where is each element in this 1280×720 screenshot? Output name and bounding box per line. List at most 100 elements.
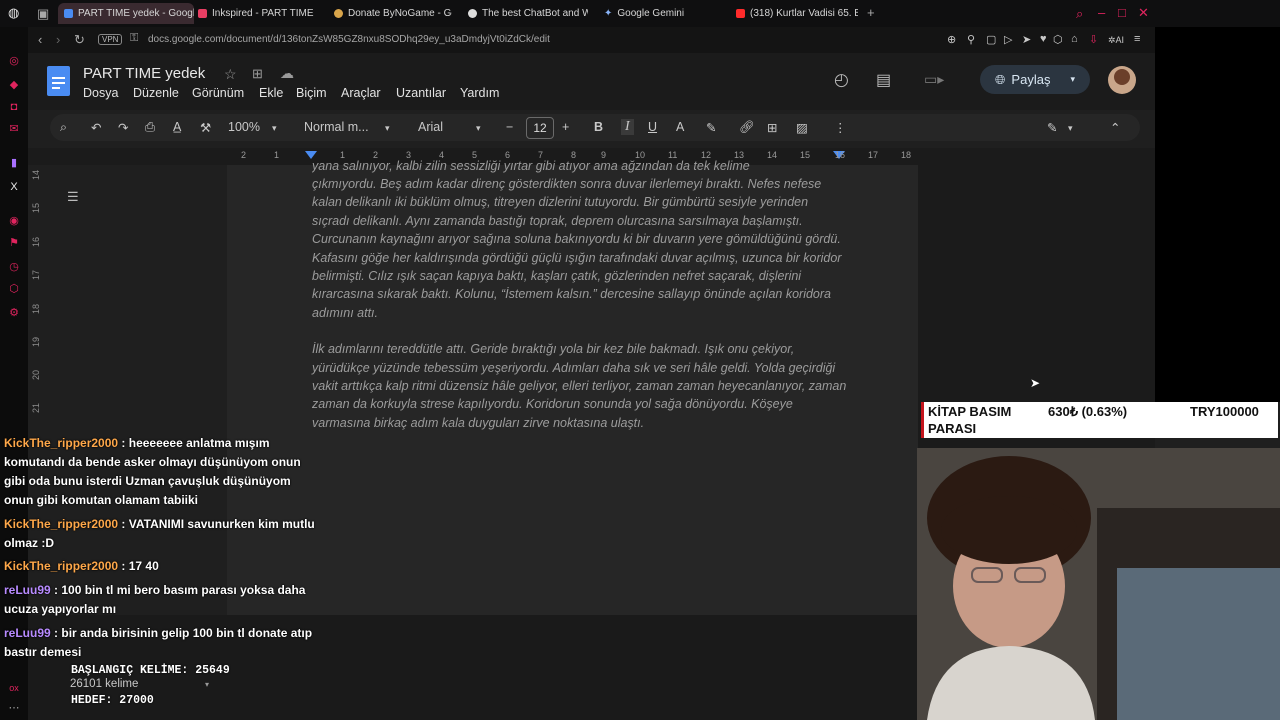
font-select[interactable]: Arial xyxy=(418,120,443,134)
cloud-saved-icon[interactable]: ☁ xyxy=(280,65,294,82)
outline-icon[interactable]: ☰ xyxy=(67,189,79,205)
inkspired-favicon-icon xyxy=(198,9,207,18)
vpn-badge[interactable]: VPN xyxy=(98,34,123,45)
close-window-button[interactable]: ✕ xyxy=(1138,5,1149,21)
insert-image-icon[interactable]: ▨ xyxy=(796,120,808,135)
text-color-icon[interactable]: A xyxy=(676,120,684,134)
style-select[interactable]: Normal m... xyxy=(304,120,369,134)
maximize-button[interactable]: □ xyxy=(1118,5,1126,20)
browser-logo-icon[interactable]: ◍ xyxy=(8,5,19,21)
sidebar-instagram-icon[interactable]: ◘ xyxy=(8,101,20,113)
chevron-down-icon[interactable]: ▾ xyxy=(272,123,277,134)
chevron-down-icon: ▾ xyxy=(1070,74,1075,84)
menu-uzantilar[interactable]: Uzantılar xyxy=(396,86,446,100)
zoom-select[interactable]: 100% xyxy=(228,120,260,134)
star-icon[interactable]: ☆ xyxy=(224,66,237,83)
chat-username: KickThe_ripper2000 xyxy=(4,436,119,450)
tab-chatbot[interactable]: The best ChatBot and Wr xyxy=(468,3,588,24)
tab-google-gemini[interactable]: ✦ Google Gemini xyxy=(604,3,722,24)
chevron-down-icon[interactable]: ▾ xyxy=(476,123,481,134)
extension-icon[interactable]: ⬡ xyxy=(1053,33,1063,46)
tab-label: Google Gemini xyxy=(617,8,685,19)
chevron-down-icon[interactable]: ▾ xyxy=(205,680,209,689)
pin-icon[interactable]: ⚲ xyxy=(967,33,975,46)
sidebar-history-icon[interactable]: ◷ xyxy=(8,261,20,273)
favorite-icon[interactable]: ♥ xyxy=(1040,33,1047,45)
sidebar-more-icon[interactable]: ⋯ xyxy=(8,702,20,714)
reload-icon[interactable]: ↻ xyxy=(74,32,85,48)
menu-ekle[interactable]: Ekle xyxy=(259,86,283,100)
meet-icon[interactable]: ▭▸ xyxy=(924,71,944,88)
sidebar-player-icon[interactable]: ◉ xyxy=(8,215,20,227)
sidebar-messenger-icon[interactable]: ◆ xyxy=(8,79,20,91)
undo-icon[interactable]: ↶ xyxy=(91,120,101,135)
menu-gorunum[interactable]: Görünüm xyxy=(192,86,244,100)
tab-manager-icon[interactable]: ▣ xyxy=(37,6,49,22)
forward-button[interactable]: › xyxy=(56,32,60,47)
chevron-down-icon[interactable]: ▾ xyxy=(1068,123,1073,134)
version-history-icon[interactable]: ◴ xyxy=(834,70,849,90)
word-count-badge[interactable]: 26101 kelime xyxy=(70,678,138,690)
hide-menus-icon[interactable]: ⌃ xyxy=(1110,120,1120,135)
bold-button[interactable]: B xyxy=(594,120,603,134)
avatar[interactable] xyxy=(1108,66,1136,94)
docs-logo-icon[interactable] xyxy=(47,66,70,96)
minimize-button[interactable]: – xyxy=(1098,5,1105,20)
zoom-icon[interactable]: ⊕ xyxy=(947,33,956,46)
sidebar-bookmark-icon[interactable]: ⚑ xyxy=(8,237,20,249)
sidebar-mail-icon[interactable]: ✉ xyxy=(8,123,20,135)
search-icon[interactable]: ⌕ xyxy=(1076,6,1083,22)
more-options-icon[interactable]: ⋮ xyxy=(834,120,847,135)
tab-donate-bynogame[interactable]: Donate ByNoGame - Gele xyxy=(334,3,452,24)
underline-button[interactable]: U xyxy=(648,120,657,134)
download-icon[interactable]: ⇩ xyxy=(1089,33,1098,46)
print-icon[interactable]: ⎙ xyxy=(145,120,155,135)
site-info-icon[interactable]: ⚿ xyxy=(130,32,138,45)
snapshot-icon[interactable]: ▢ xyxy=(986,33,996,46)
chat-username: reLuu99 xyxy=(4,583,51,597)
tab-youtube-kurtlar-vadisi[interactable]: (318) Kurtlar Vadisi 65. Bö xyxy=(736,3,858,24)
send-icon[interactable]: ➤ xyxy=(1022,33,1031,46)
sidebar-settings-icon[interactable]: ⚙ xyxy=(8,307,20,319)
browser-menu-icon[interactable]: ≡ xyxy=(1134,33,1140,45)
insert-link-icon[interactable]: 🔗︎ xyxy=(739,120,755,135)
decrease-font-size-button[interactable]: − xyxy=(506,120,513,134)
redo-icon[interactable]: ↷ xyxy=(118,120,128,135)
document-body[interactable]: yana salınıyor, kalbi zilin sessizliği y… xyxy=(312,159,847,450)
document-title[interactable]: PART TIME yedek xyxy=(83,65,205,82)
increase-font-size-button[interactable]: + xyxy=(562,120,569,134)
sidebar-x-icon[interactable]: X xyxy=(8,181,20,193)
highlight-icon[interactable]: ✎ xyxy=(706,120,716,135)
player-icon[interactable]: ▷ xyxy=(1004,33,1012,46)
insert-comment-icon[interactable]: ⊞ xyxy=(767,120,777,135)
menu-dosya[interactable]: Dosya xyxy=(83,86,118,100)
ai-icon[interactable]: ✲AI xyxy=(1108,35,1124,46)
sidebar-twitch-icon[interactable]: ▮ xyxy=(8,157,20,169)
editing-mode-icon[interactable]: ✎ xyxy=(1047,120,1057,135)
menu-araclar[interactable]: Araçlar xyxy=(341,86,381,100)
sidebar-extensions-icon[interactable]: ⬡ xyxy=(8,283,20,295)
vruler-number: 20 xyxy=(31,369,42,381)
search-menus-icon[interactable]: ⌕ xyxy=(60,120,67,135)
target-word-count: HEDEF: 27000 xyxy=(71,694,154,707)
spellcheck-icon[interactable]: A̲ xyxy=(173,120,181,134)
account-icon[interactable]: ⌂ xyxy=(1071,33,1078,45)
menu-bicim[interactable]: Biçim xyxy=(296,86,327,100)
font-size-input[interactable]: 12 xyxy=(526,117,554,139)
italic-button[interactable]: I xyxy=(621,119,634,135)
new-tab-button[interactable]: + xyxy=(867,5,875,20)
menu-yardim[interactable]: Yardım xyxy=(460,86,499,100)
back-button[interactable]: ‹ xyxy=(38,32,42,47)
share-button[interactable]: 🌐︎ Paylaş ▾ xyxy=(980,65,1090,94)
chevron-down-icon[interactable]: ▾ xyxy=(385,123,390,134)
sidebar-gx-icon[interactable]: ox xyxy=(8,682,20,694)
tab-part-time-yedek[interactable]: PART TIME yedek - Googl xyxy=(58,3,194,24)
menu-duzenle[interactable]: Düzenle xyxy=(133,86,179,100)
paint-format-icon[interactable]: ⚒ xyxy=(200,120,211,135)
move-folder-icon[interactable]: ⊞ xyxy=(252,66,263,82)
gemini-favicon-icon: ✦ xyxy=(604,8,613,19)
url-field[interactable]: docs.google.com/document/d/136tonZsW85GZ… xyxy=(148,34,550,45)
comments-icon[interactable]: ▤ xyxy=(876,70,891,90)
tab-inkspired[interactable]: Inkspired - PART TIME xyxy=(198,3,318,24)
sidebar-speed-dial-icon[interactable]: ◎ xyxy=(8,55,20,67)
